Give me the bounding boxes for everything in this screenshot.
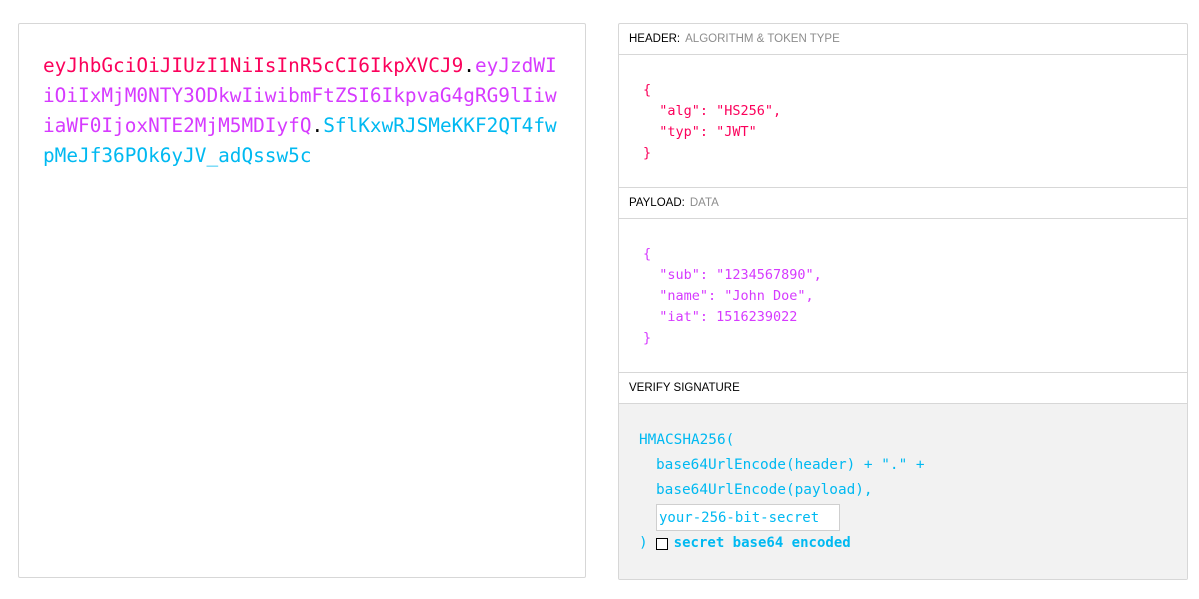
encoded-token-panel[interactable]: eyJhbGciOiJIUzI1NiIsInR5cCI6IkpXVCJ9.eyJ… [18,23,586,578]
verify-signature-body: HMACSHA256( base64UrlEncode(header) + ".… [619,404,1187,579]
close-paren: ) [639,535,648,551]
base64-encoded-label[interactable]: secret base64 encoded [674,531,851,556]
json-line: { [643,82,652,98]
json-line: "name": "John Doe", [643,288,814,304]
header-section-title: HEADER: [629,33,681,45]
verify-section-heading: VERIFY SIGNATURE [619,373,1187,404]
payload-section-heading: PAYLOAD: DATA [619,188,1187,219]
json-line: { [643,246,652,262]
encode-payload-line: base64UrlEncode(payload), [656,482,873,498]
encode-header-line: base64UrlEncode(header) + "." + [656,457,925,473]
hmac-function-line: HMACSHA256( [639,432,735,448]
json-line: "alg": "HS256", [643,103,782,119]
header-json-editor[interactable]: { "alg": "HS256", "typ": "JWT" } [619,55,1187,188]
json-line: "iat": 1516239022 [643,309,798,325]
payload-section-subtitle: DATA [689,197,719,209]
header-section-heading: HEADER: ALGORITHM & TOKEN TYPE [619,24,1187,55]
header-section-subtitle: ALGORITHM & TOKEN TYPE [685,33,840,45]
token-header-segment: eyJhbGciOiJIUzI1NiIsInR5cCI6IkpXVCJ9 [43,54,464,77]
json-line: "sub": "1234567890", [643,267,822,283]
encoded-token[interactable]: eyJhbGciOiJIUzI1NiIsInR5cCI6IkpXVCJ9.eyJ… [43,51,561,171]
decoded-panel: HEADER: ALGORITHM & TOKEN TYPE { "alg": … [618,23,1188,580]
payload-section-title: PAYLOAD: [629,197,685,209]
token-dot: . [311,114,324,137]
json-line: } [643,145,652,161]
json-line: "typ": "JWT" [643,124,757,140]
secret-input[interactable] [656,504,840,531]
base64-encoded-checkbox[interactable] [655,537,668,550]
json-line: } [643,330,652,346]
token-dot: . [463,54,475,77]
payload-json-editor[interactable]: { "sub": "1234567890", "name": "John Doe… [619,219,1187,373]
verify-section-title: VERIFY SIGNATURE [629,382,740,394]
